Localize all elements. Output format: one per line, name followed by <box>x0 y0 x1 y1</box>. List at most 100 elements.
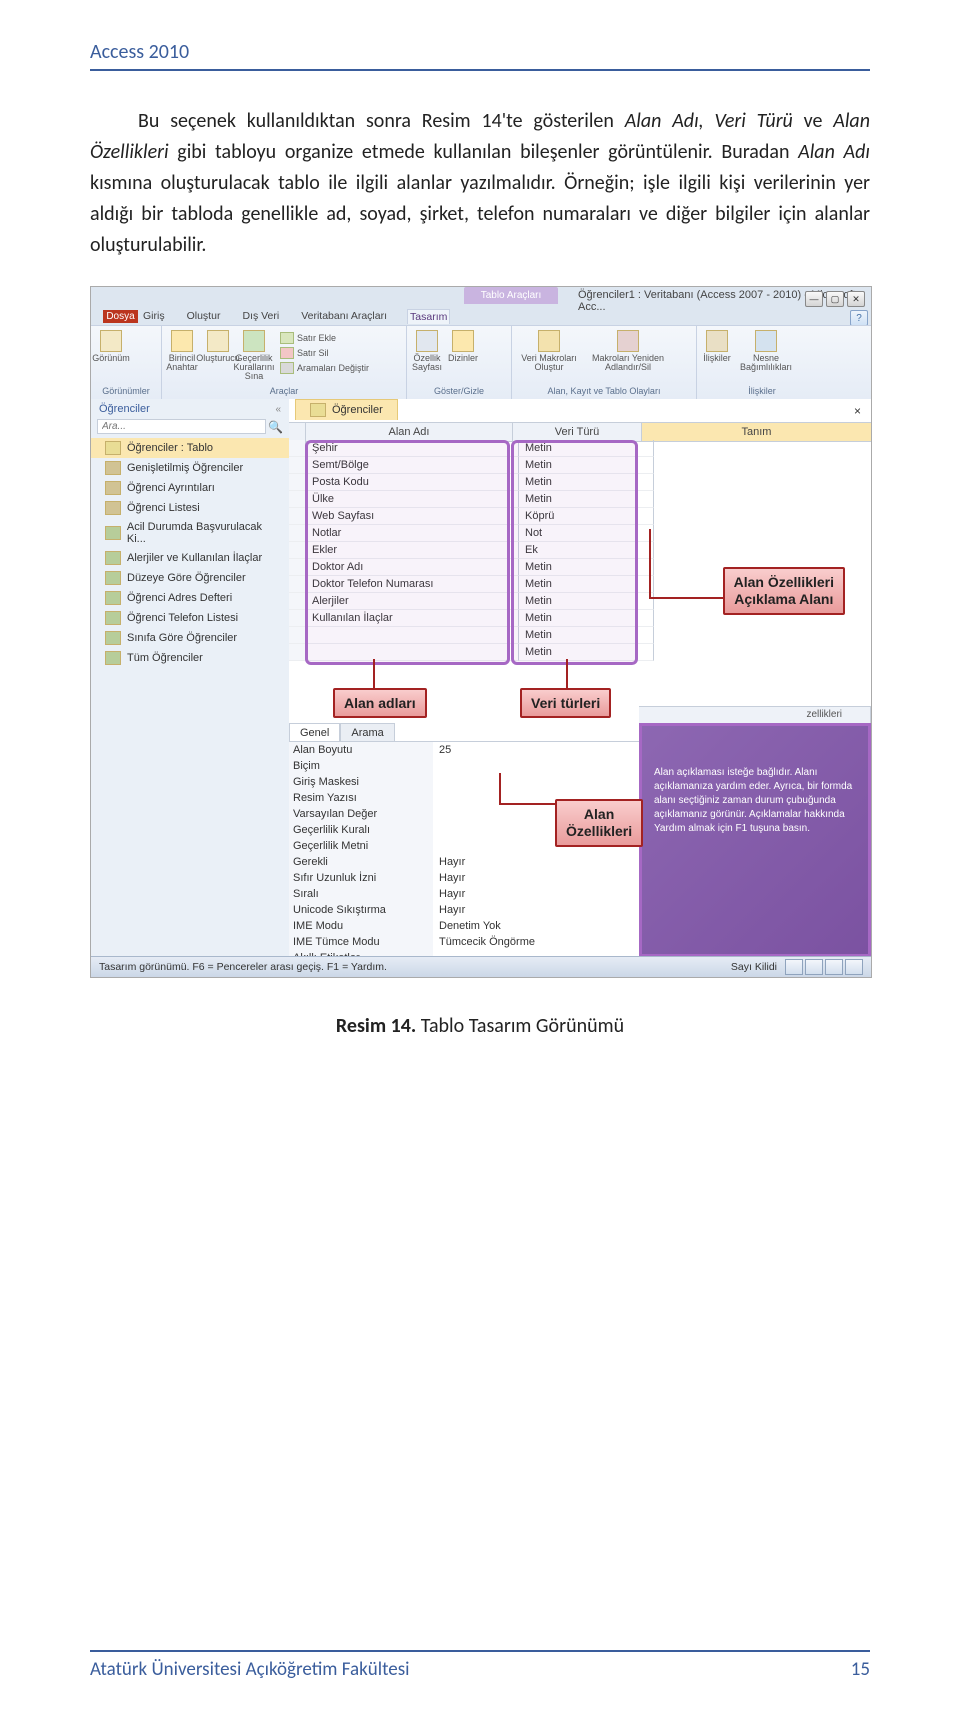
primary-key-button[interactable]: Birincil Anahtar <box>168 330 196 372</box>
view-button[interactable]: Görünüm <box>97 330 125 363</box>
row-selector[interactable] <box>289 559 306 576</box>
row-selector[interactable] <box>289 457 306 474</box>
property-row[interactable]: GerekliHayır <box>289 854 639 870</box>
nav-title[interactable]: Öğrenciler <box>99 403 150 415</box>
restore-button[interactable]: ▢ <box>826 291 844 307</box>
row-selector[interactable] <box>289 610 306 627</box>
row-selector[interactable] <box>289 542 306 559</box>
nav-item-label: Alerjiler ve Kullanılan İlaçlar <box>127 552 262 564</box>
nav-item[interactable]: Öğrenci Adres Defteri <box>91 588 289 608</box>
property-row[interactable]: Sıfır Uzunluk İzniHayır <box>289 870 639 886</box>
document-tab[interactable]: Öğrenciler <box>295 399 398 420</box>
builder-button[interactable]: Oluşturucu <box>204 330 232 363</box>
view-button-pivot[interactable] <box>805 959 823 975</box>
property-row[interactable]: IME Tümce ModuTümcecik Öngörme <box>289 934 639 950</box>
design-area: Öğrenciler × Alan Adı Veri Türü Tanım Şe… <box>289 399 871 957</box>
property-row[interactable]: Biçim <box>289 758 639 774</box>
property-label: Gerekli <box>289 854 433 870</box>
nav-item[interactable]: Düzeye Göre Öğrenciler <box>91 568 289 588</box>
nav-item[interactable]: Sınıfa Göre Öğrenciler <box>91 628 289 648</box>
collapse-nav-button[interactable]: « <box>275 404 281 415</box>
nav-item[interactable]: Genişletilmiş Öğrenciler <box>91 458 289 478</box>
relationships-button[interactable]: İlişkiler <box>703 330 731 363</box>
insert-row-button[interactable]: Satır Ekle <box>280 330 369 345</box>
object-dependencies-button[interactable]: Nesne Bağımlılıkları <box>739 330 793 372</box>
nav-item-label: Öğrenciler : Tablo <box>127 442 213 454</box>
tab-giris[interactable]: Giriş <box>141 309 167 324</box>
view-button-datasheet[interactable] <box>785 959 803 975</box>
close-button[interactable]: ✕ <box>847 291 865 307</box>
tab-dbtools[interactable]: Veritabanı Araçları <box>299 309 389 324</box>
nav-item[interactable]: Öğrenci Listesi <box>91 498 289 518</box>
row-selector[interactable] <box>289 474 306 491</box>
text: Özellikleri <box>566 823 632 839</box>
validation-button[interactable]: Geçerlilik Kurallarını Sına <box>240 330 268 381</box>
help-button[interactable]: ? <box>850 310 868 326</box>
report-icon <box>105 631 121 645</box>
nav-item[interactable]: Tüm Öğrenciler <box>91 648 289 668</box>
connector-line <box>373 659 375 688</box>
nav-item[interactable]: Öğrenciler : Tablo <box>91 438 289 458</box>
property-value[interactable]: Hayır <box>433 854 639 870</box>
view-button-design[interactable] <box>845 959 863 975</box>
property-value[interactable]: Hayır <box>433 902 639 918</box>
document-tab-label: Öğrenciler <box>332 404 383 416</box>
view-button-chart[interactable] <box>825 959 843 975</box>
form-icon <box>105 501 121 515</box>
row-selector[interactable] <box>289 576 306 593</box>
nav-item-label: Sınıfa Göre Öğrenciler <box>127 632 237 644</box>
column-header-description[interactable]: Tanım <box>642 423 871 441</box>
tab-tasarim[interactable]: Tasarım <box>407 309 450 324</box>
row-selector[interactable] <box>289 627 306 644</box>
propsheet-tab-general[interactable]: Genel <box>289 723 340 742</box>
label: Satır Ekle <box>297 333 336 343</box>
nav-item[interactable]: Öğrenci Telefon Listesi <box>91 608 289 628</box>
close-tab-button[interactable]: × <box>850 404 865 418</box>
row-selector[interactable] <box>289 508 306 525</box>
row-selector[interactable] <box>289 491 306 508</box>
property-row[interactable]: IME ModuDenetim Yok <box>289 918 639 934</box>
label: Görünüm <box>92 354 130 363</box>
tab-olustur[interactable]: Oluştur <box>185 309 223 324</box>
property-value[interactable]: Hayır <box>433 870 639 886</box>
indexes-button[interactable]: Dizinler <box>449 330 477 363</box>
property-value[interactable] <box>433 774 639 790</box>
property-row[interactable]: Unicode SıkıştırmaHayır <box>289 902 639 918</box>
property-sheet-button[interactable]: Özellik Sayfası <box>413 330 441 372</box>
property-label: Varsayılan Değer <box>289 806 433 822</box>
label: Aramaları Değiştir <box>297 363 369 373</box>
minimize-button[interactable]: — <box>805 291 823 307</box>
callout-properties-desc: Alan Özellikleri Açıklama Alanı <box>723 567 845 615</box>
file-tab[interactable]: Dosya <box>103 310 138 323</box>
property-row[interactable]: Giriş Maskesi <box>289 774 639 790</box>
pane-split-header: zellikleri <box>639 706 871 724</box>
property-row[interactable]: SıralıHayır <box>289 886 639 902</box>
column-header-fieldname[interactable]: Alan Adı <box>306 423 513 441</box>
row-selector[interactable] <box>289 525 306 542</box>
modify-lookups-button[interactable]: Aramaları Değiştir <box>280 360 369 375</box>
property-value[interactable]: Tümcecik Öngörme <box>433 934 639 950</box>
create-data-macros-button[interactable]: Veri Makroları Oluştur <box>518 330 580 372</box>
group-label: İlişkiler <box>703 384 821 396</box>
property-label: IME Modu <box>289 918 433 934</box>
rename-delete-macro-button[interactable]: Makroları Yeniden Adlandır/Sil <box>588 330 668 372</box>
nav-item[interactable]: Öğrenci Ayrıntıları <box>91 478 289 498</box>
property-value[interactable]: Hayır <box>433 886 639 902</box>
tab-disveri[interactable]: Dış Veri <box>240 309 281 324</box>
row-selector[interactable] <box>289 593 306 610</box>
nav-item[interactable]: Acil Durumda Başvurulacak Ki... <box>91 518 289 548</box>
row-selector[interactable] <box>289 644 306 661</box>
row-selector[interactable] <box>289 440 306 457</box>
propsheet-tab-lookup[interactable]: Arama <box>340 723 394 742</box>
label: Nesne Bağımlılıkları <box>739 354 793 372</box>
column-header-datatype[interactable]: Veri Türü <box>513 423 642 441</box>
property-value[interactable] <box>433 758 639 774</box>
property-value[interactable]: 25 <box>433 742 639 758</box>
ribbon: Görünüm Görünümler Birincil Anahtar Oluş… <box>91 325 871 401</box>
nav-item[interactable]: Alerjiler ve Kullanılan İlaçlar <box>91 548 289 568</box>
delete-row-button[interactable]: Satır Sil <box>280 345 369 360</box>
property-value[interactable]: Denetim Yok <box>433 918 639 934</box>
search-input[interactable] <box>97 419 266 434</box>
property-row[interactable]: Alan Boyutu25 <box>289 742 639 758</box>
text: Bu seçenek kullanıldıktan sonra Resim 14… <box>138 109 625 133</box>
